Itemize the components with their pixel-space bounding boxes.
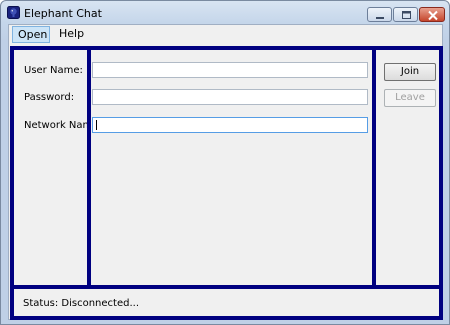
title-bar[interactable]: Elephant Chat — [1, 1, 449, 25]
menu-open[interactable]: Open — [12, 26, 50, 43]
close-button[interactable] — [419, 7, 445, 22]
client-area: Open Help User Name: Password: Network N… — [8, 24, 443, 320]
window-title: Elephant Chat — [24, 7, 102, 20]
close-icon — [428, 10, 438, 21]
fields-panel — [87, 46, 376, 289]
status-panel: Status: Disconnected... — [10, 285, 443, 320]
password-label: Password: — [24, 92, 75, 103]
username-label: User Name: — [24, 65, 83, 76]
menu-bar: Open Help — [9, 25, 442, 44]
minimize-icon — [376, 17, 384, 19]
app-window: Elephant Chat Open Help User Name: Passw… — [0, 0, 450, 325]
status-text: Status: Disconnected... — [23, 298, 140, 309]
minimize-button[interactable] — [367, 7, 392, 22]
network-name-field[interactable] — [92, 117, 368, 133]
labels-panel: User Name: Password: Network Name — [10, 46, 98, 289]
menu-help[interactable]: Help — [54, 26, 89, 43]
password-field[interactable] — [92, 89, 368, 105]
elephant-app-icon — [7, 6, 20, 19]
join-button[interactable]: Join — [384, 63, 436, 81]
maximize-button[interactable] — [393, 7, 418, 22]
actions-panel: Join Leave — [372, 46, 443, 289]
leave-button[interactable]: Leave — [384, 89, 436, 107]
username-field[interactable] — [92, 62, 368, 78]
text-caret — [96, 120, 97, 130]
maximize-icon — [402, 11, 411, 19]
